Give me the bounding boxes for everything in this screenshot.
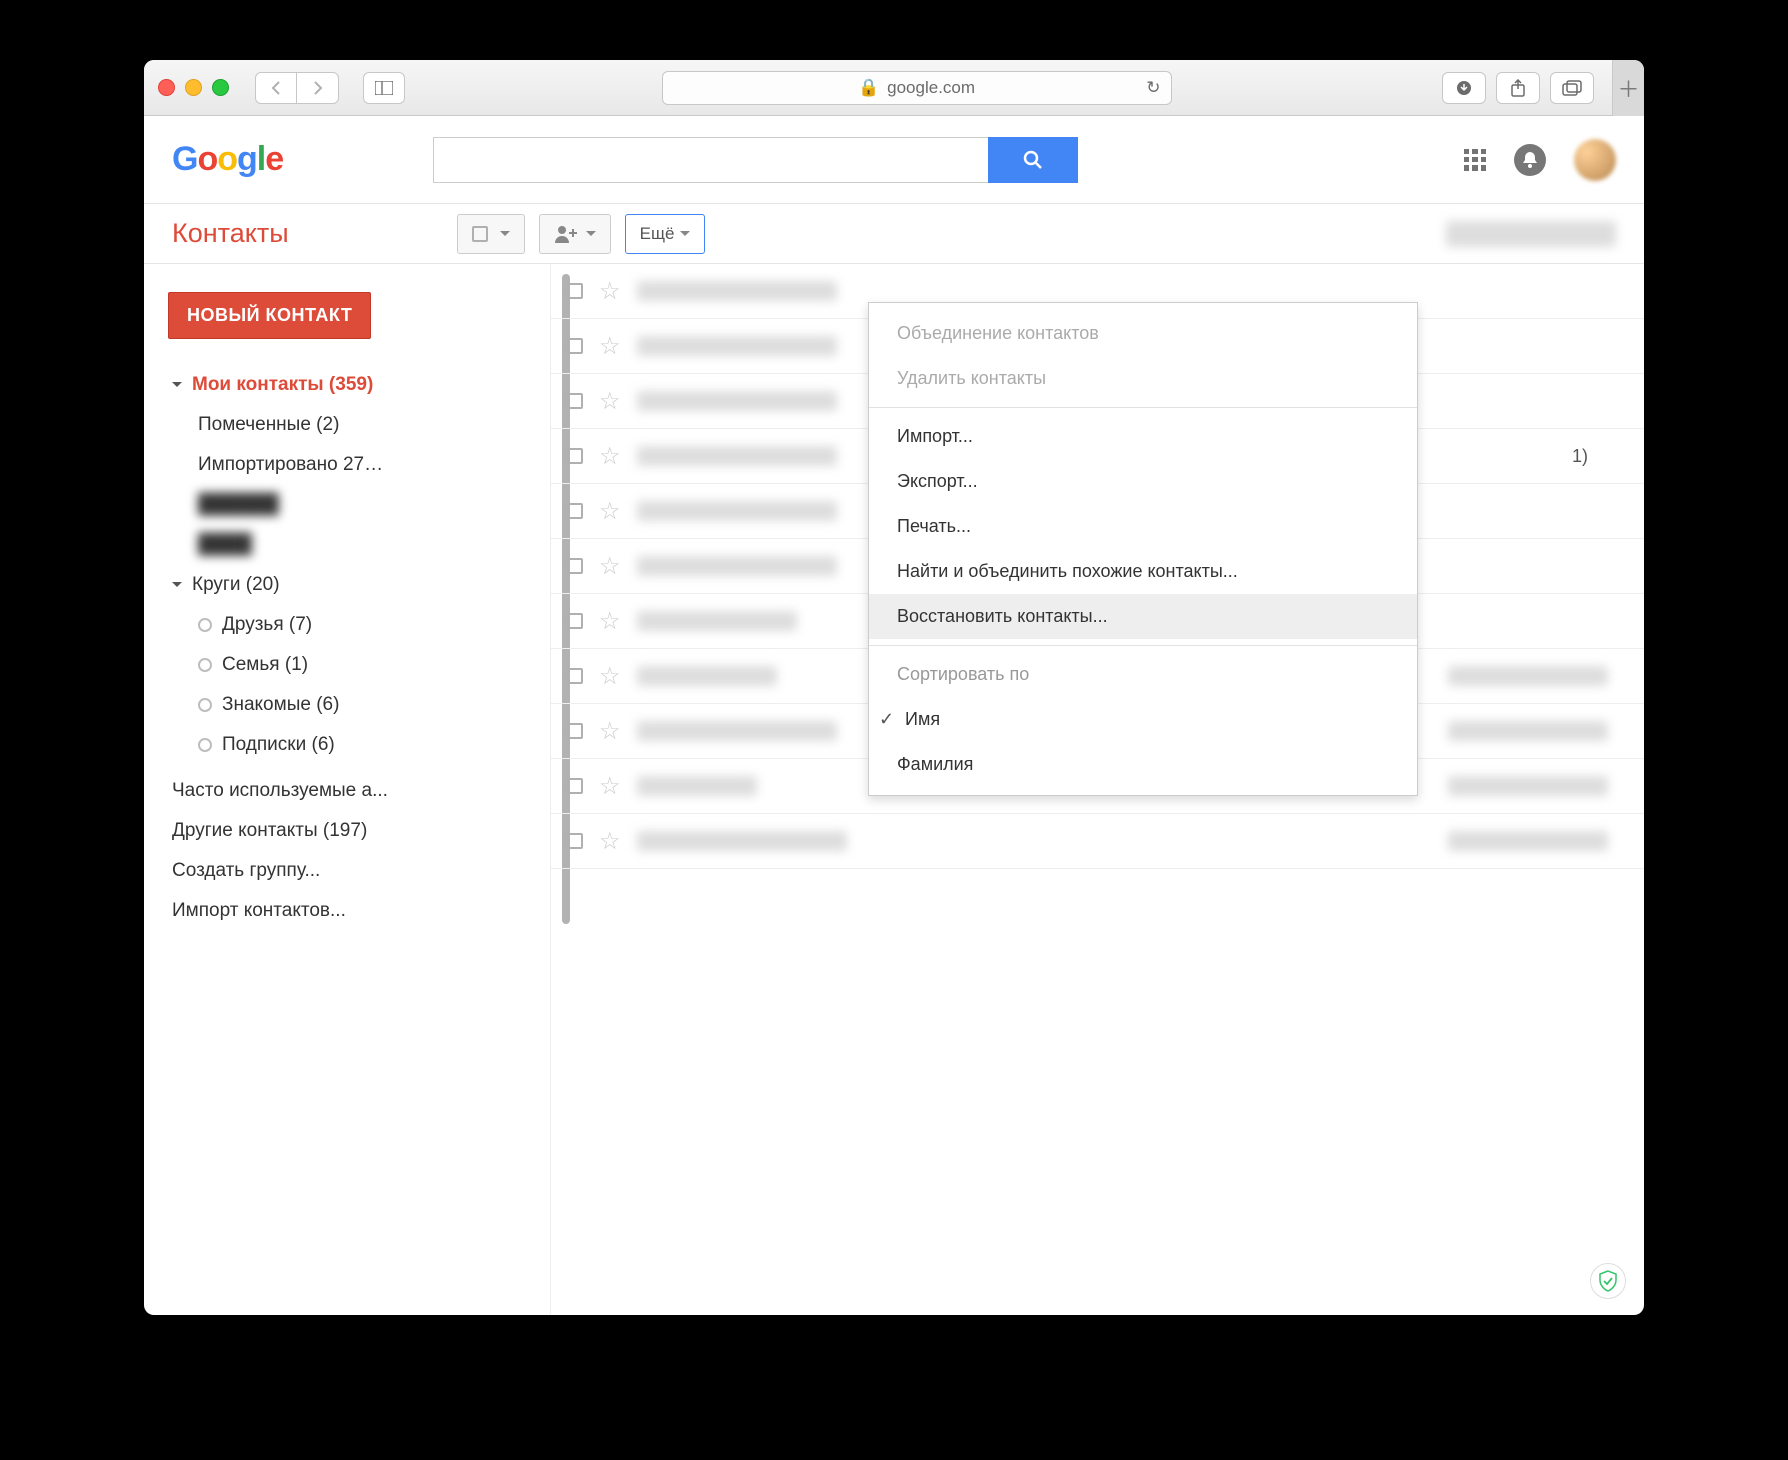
sidebar-item-circles[interactable]: Круги (20)	[168, 565, 526, 605]
share-button[interactable]	[1496, 72, 1540, 104]
star-icon[interactable]: ☆	[599, 277, 621, 306]
circle-icon	[198, 738, 212, 752]
checkbox[interactable]	[567, 283, 583, 299]
sidebar-item-family[interactable]: Семья (1)	[168, 645, 526, 685]
toolbar-rhs	[1446, 221, 1616, 247]
more-menu: Объединение контактов Удалить контакты И…	[868, 302, 1418, 796]
star-icon[interactable]: ☆	[599, 332, 621, 361]
contact-row[interactable]: ☆	[551, 814, 1644, 869]
forward-button[interactable]	[297, 72, 339, 104]
sidebar-item-other[interactable]: Другие контакты (197)	[168, 811, 526, 851]
checkbox[interactable]	[567, 668, 583, 684]
sidebar-item-frequent[interactable]: Часто используемые а...	[168, 771, 526, 811]
sidebar-item-subscriptions[interactable]: Подписки (6)	[168, 725, 526, 765]
google-logo[interactable]: Google	[172, 140, 283, 179]
apps-icon[interactable]	[1464, 149, 1486, 171]
star-icon[interactable]: ☆	[599, 497, 621, 526]
more-button-label: Ещё	[640, 224, 675, 244]
circle-icon	[198, 618, 212, 632]
tabs-button[interactable]	[1550, 72, 1594, 104]
chevron-down-icon	[172, 382, 182, 392]
back-button[interactable]	[255, 72, 297, 104]
shield-badge-icon[interactable]	[1590, 1263, 1626, 1299]
menu-label-sort: Сортировать по	[869, 652, 1417, 697]
notifications-icon[interactable]	[1514, 144, 1546, 176]
sidebar-item-import[interactable]: Импорт контактов...	[168, 891, 526, 931]
checkbox[interactable]	[567, 393, 583, 409]
close-window-button[interactable]	[158, 79, 175, 96]
star-icon[interactable]: ☆	[599, 442, 621, 471]
checkbox[interactable]	[567, 558, 583, 574]
sidebar: НОВЫЙ КОНТАКТ Мои контакты (359) Помечен…	[144, 264, 550, 1315]
sidebar-item-starred[interactable]: Помеченные (2)	[168, 405, 526, 445]
star-icon[interactable]: ☆	[599, 662, 621, 691]
account-avatar[interactable]	[1574, 139, 1616, 181]
sidebar-item-friends[interactable]: Друзья (7)	[168, 605, 526, 645]
sidebar-toggle-button[interactable]	[363, 72, 405, 104]
maximize-window-button[interactable]	[212, 79, 229, 96]
address-bar[interactable]: 🔒 google.com ↻	[662, 71, 1172, 105]
checkbox[interactable]	[567, 778, 583, 794]
menu-item-sort-name[interactable]: ✓Имя	[869, 697, 1417, 742]
google-header: Google	[144, 116, 1644, 204]
new-tab-button[interactable]: ＋	[1612, 60, 1644, 116]
star-icon[interactable]: ☆	[599, 827, 621, 856]
star-icon[interactable]: ☆	[599, 717, 621, 746]
sidebar-item-hidden[interactable]: ████	[168, 525, 526, 565]
titlebar: 🔒 google.com ↻ ＋	[144, 60, 1644, 116]
sidebar-item-acquaintances[interactable]: Знакомые (6)	[168, 685, 526, 725]
downloads-button[interactable]	[1442, 72, 1486, 104]
checkbox[interactable]	[567, 833, 583, 849]
checkbox[interactable]	[567, 448, 583, 464]
menu-item-export[interactable]: Экспорт...	[869, 459, 1417, 504]
sidebar-item-my-contacts[interactable]: Мои контакты (359)	[168, 365, 526, 405]
circle-icon	[198, 658, 212, 672]
menu-item-find-merge[interactable]: Найти и объединить похожие контакты...	[869, 549, 1417, 594]
lock-icon: 🔒	[858, 78, 879, 98]
chevron-down-icon	[680, 231, 690, 241]
menu-item-import[interactable]: Импорт...	[869, 414, 1417, 459]
menu-item-merge: Объединение контактов	[869, 311, 1417, 356]
chevron-down-icon	[172, 582, 182, 592]
menu-item-restore[interactable]: Восстановить контакты...	[869, 594, 1417, 639]
new-contact-button[interactable]: НОВЫЙ КОНТАКТ	[168, 292, 371, 339]
search-button[interactable]	[988, 137, 1078, 183]
check-icon: ✓	[879, 709, 899, 730]
url-host: google.com	[887, 78, 975, 98]
page-toolbar: Контакты Ещё	[144, 204, 1644, 264]
checkbox[interactable]	[567, 503, 583, 519]
select-all-button[interactable]	[457, 214, 525, 254]
star-icon[interactable]: ☆	[599, 387, 621, 416]
circle-icon	[198, 698, 212, 712]
sidebar-item-hidden[interactable]: ██████	[168, 485, 526, 525]
star-icon[interactable]: ☆	[599, 552, 621, 581]
checkbox[interactable]	[567, 338, 583, 354]
minimize-window-button[interactable]	[185, 79, 202, 96]
refresh-icon[interactable]: ↻	[1146, 78, 1160, 98]
add-contact-button[interactable]	[539, 214, 611, 254]
checkbox[interactable]	[567, 613, 583, 629]
star-icon[interactable]: ☆	[599, 607, 621, 636]
search-icon	[1022, 149, 1044, 171]
person-plus-icon	[554, 224, 580, 244]
checkbox[interactable]	[567, 723, 583, 739]
sidebar-item-imported[interactable]: Импортировано 27…	[168, 445, 526, 485]
star-icon[interactable]: ☆	[599, 772, 621, 801]
menu-item-sort-surname[interactable]: Фамилия	[869, 742, 1417, 787]
page-title: Контакты	[172, 218, 289, 249]
menu-item-print[interactable]: Печать...	[869, 504, 1417, 549]
window-controls	[158, 79, 229, 96]
more-button[interactable]: Ещё	[625, 214, 706, 254]
browser-window: 🔒 google.com ↻ ＋ Google Контакты	[144, 60, 1644, 1315]
sidebar-item-create-group[interactable]: Создать группу...	[168, 851, 526, 891]
menu-item-delete: Удалить контакты	[869, 356, 1417, 401]
search-input[interactable]	[433, 137, 988, 183]
